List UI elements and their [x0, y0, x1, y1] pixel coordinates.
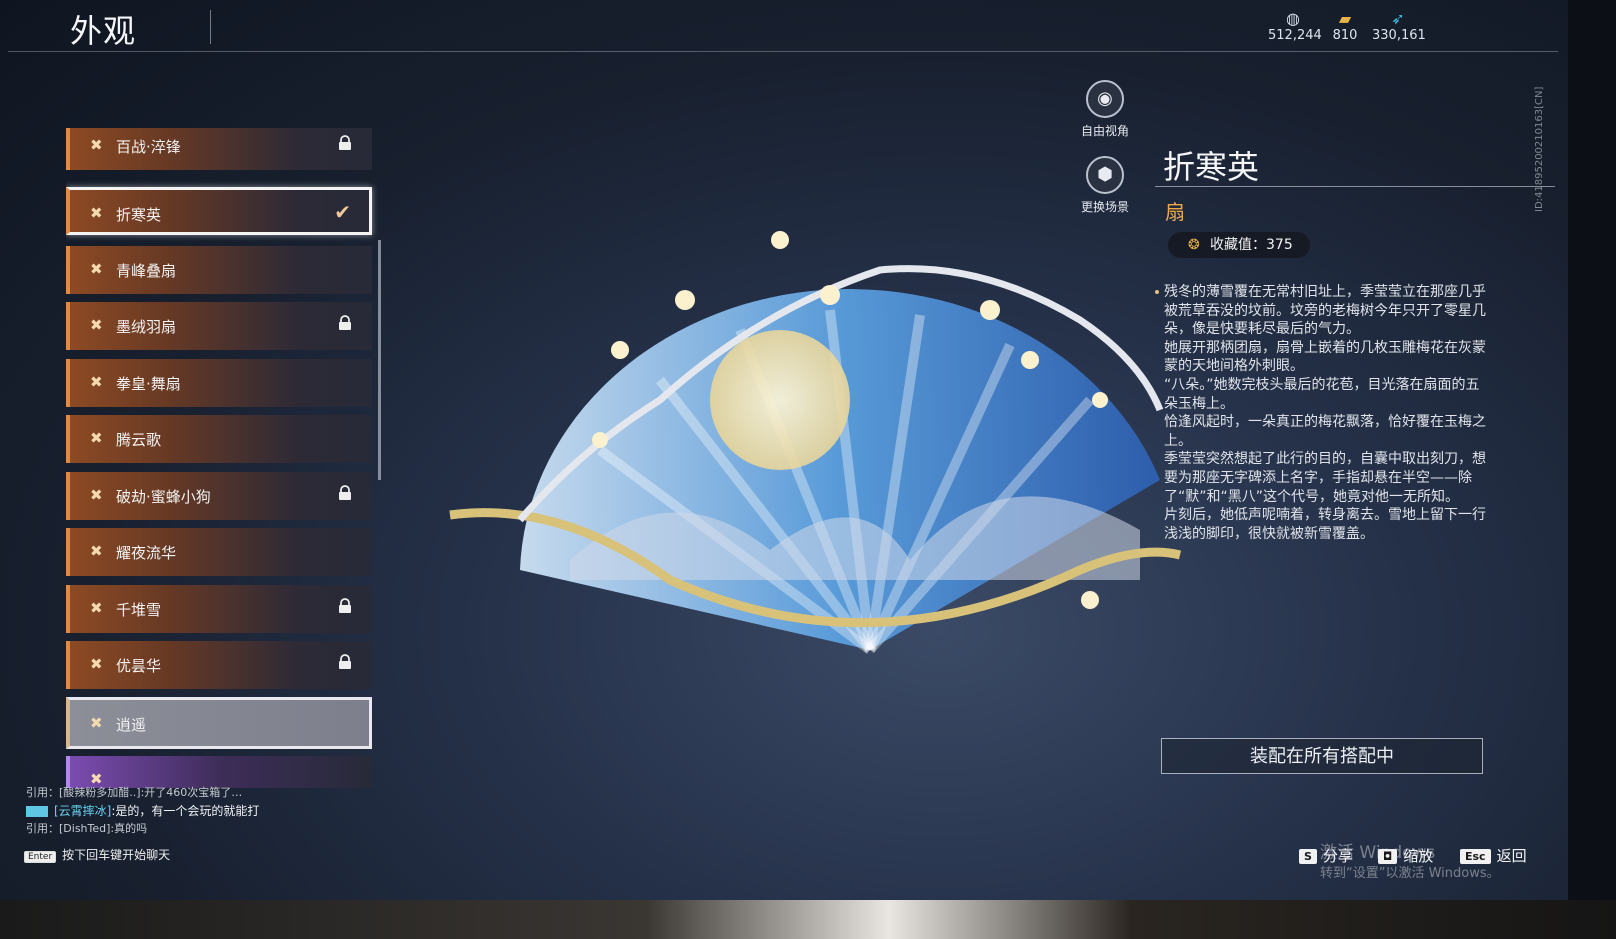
rarity-icon: ✖ [90, 599, 103, 617]
list-scrollbar[interactable] [378, 240, 381, 480]
rarity-icon: ✖ [90, 316, 103, 334]
hotkey-key: Esc [1460, 849, 1491, 864]
free-view-label: 自由视角 [1080, 124, 1129, 138]
scene-background: 外观 ◍ 512,244 ▰ 810 ➶ 330,161 ✖ 百战·淬锋 ✖ 折… [0, 0, 1568, 900]
list-item[interactable]: ✖ 耀夜流华 [66, 528, 372, 576]
cube-icon: ⬢ [1086, 156, 1124, 194]
rarity-icon: ✖ [90, 260, 103, 278]
rarity-icon: ✖ [90, 429, 103, 447]
description-paragraph: 季莹莹突然想起了此行的目的，自囊中取出刻刀，想要为那座无字碑添上名字，手指却悬在… [1164, 451, 1486, 505]
list-item[interactable]: ✖ 优昙华 [66, 641, 372, 689]
top-divider [8, 51, 1558, 52]
list-item[interactable]: ✖ 腾云歌 [66, 415, 372, 463]
check-icon: ✔ [334, 200, 351, 224]
lock-icon [339, 135, 351, 150]
currency-value: 512,244 [1268, 28, 1322, 43]
item-label: 墨绒羽扇 [116, 318, 177, 336]
item-label: 耀夜流华 [116, 544, 177, 562]
item-label: 青峰叠扇 [116, 262, 177, 280]
list-item-hover[interactable]: ✖ 逍遥 [66, 697, 372, 749]
change-scene-button[interactable]: ⬢ 更换场景 [1070, 156, 1140, 215]
hotkey-label: 返回 [1496, 847, 1527, 865]
item-label: 拳皇·舞扇 [116, 375, 181, 393]
collect-icon: ❂ [1188, 237, 1200, 253]
page-title: 外观 [70, 12, 137, 50]
lock-icon [339, 598, 351, 613]
back-hotkey[interactable]: Esc 返回 [1460, 845, 1527, 866]
description-paragraph: 片刻后，她低声呢喃着，转身离去。雪地上留下一行浅浅的脚印，很快就被新雪覆盖。 [1164, 507, 1486, 542]
hotkey-label: 缩放 [1403, 847, 1434, 865]
chat-box[interactable]: 引用：[酸辣粉多加醋..]:开了460次宝箱了… [云霄摔冰]:是的，有一个会玩… [26, 784, 446, 838]
background-strip [0, 900, 1616, 939]
item-label: 破劫·蜜蜂小狗 [116, 488, 211, 506]
item-label: 优昙华 [116, 657, 162, 675]
item-name: 折寒英 [1163, 148, 1260, 186]
rarity-icon: ✖ [90, 373, 103, 391]
currency-coins: ◍ 512,244 [1268, 9, 1322, 44]
list-item[interactable]: ✖ 青峰叠扇 [66, 246, 372, 294]
chat-line: [云霄摔冰]:是的，有一个会玩的就能打 [26, 802, 446, 820]
window-edge [1568, 0, 1616, 900]
description-paragraph: 恰逢风起时，一朵真正的梅花飘落，恰好覆在玉梅之上。 [1164, 414, 1486, 449]
collect-value: 收藏值：375 [1210, 237, 1293, 253]
description-paragraph: 她展开那柄团扇，扇骨上嵌着的几枚玉雕梅花在灰蒙蒙的天地间格外刺眼。 [1164, 339, 1486, 375]
list-item[interactable]: ✖ 百战·淬锋 [66, 128, 372, 170]
chat-hint-text: 按下回车键开始聊天 [62, 848, 171, 862]
description-paragraph: 残冬的薄雪覆在无常村旧址上，季莹莹立在那座几乎被荒草吞没的坟前。坟旁的老梅树今年… [1155, 283, 1490, 339]
mouse-icon: ◘ [1378, 849, 1398, 864]
channel-tag-icon [26, 806, 48, 817]
list-item[interactable]: ✖ 破劫·蜜蜂小狗 [66, 472, 372, 520]
item-label: 腾云歌 [116, 431, 162, 449]
currency-feathers: ➶ 330,161 [1372, 9, 1426, 44]
item-type: 扇 [1165, 200, 1185, 224]
lock-icon [339, 315, 351, 330]
fan-artwork [449, 231, 1182, 655]
list-item[interactable]: ✖ 千堆雪 [66, 585, 372, 633]
rarity-icon: ✖ [90, 714, 103, 732]
collect-value-badge: ❂ 收藏值：375 [1168, 232, 1310, 258]
ticket-icon: ▰ [1338, 9, 1352, 28]
currency-tickets: ▰ 810 [1330, 9, 1360, 44]
chat-hint[interactable]: Enter 按下回车键开始聊天 [24, 846, 170, 863]
change-scene-label: 更换场景 [1080, 200, 1129, 214]
list-item[interactable]: ✖ 墨绒羽扇 [66, 302, 372, 350]
chat-line: 引用：[DishTed]:真的吗 [26, 822, 148, 835]
zoom-hotkey[interactable]: ◘ 缩放 [1378, 845, 1433, 866]
top-bar: 外观 ◍ 512,244 ▰ 810 ➶ 330,161 [0, 0, 1568, 52]
currency-value: 330,161 [1372, 28, 1426, 43]
chat-line: 引用：[酸辣粉多加醋..]:开了460次宝箱了… [26, 786, 243, 799]
item-label: 百战·淬锋 [116, 138, 181, 156]
feather-icon: ➶ [1391, 9, 1405, 28]
enter-key-icon: Enter [24, 851, 57, 863]
rarity-icon: ✖ [90, 486, 103, 504]
lock-icon [339, 654, 351, 669]
name-underline [1155, 186, 1555, 187]
title-divider [210, 10, 211, 44]
build-id: ID:4189520021016​3[CN] [1534, 86, 1545, 212]
share-hotkey[interactable]: S 分享 [1299, 845, 1353, 866]
item-label: 逍遥 [116, 716, 147, 734]
item-label: 折寒英 [116, 206, 162, 224]
camera-icon: ◉ [1086, 80, 1124, 118]
chat-message: :是的，有一个会玩的就能打 [111, 804, 260, 818]
free-view-button[interactable]: ◉ 自由视角 [1070, 80, 1140, 139]
hotkey-key: S [1299, 849, 1317, 864]
item-label: 千堆雪 [116, 601, 162, 619]
equip-all-button[interactable]: 装配在所有搭配中 [1161, 738, 1483, 774]
list-item-selected[interactable]: ✖ 折寒英 ✔ [66, 187, 372, 235]
hotkey-label: 分享 [1322, 847, 1353, 865]
coin-icon: ◍ [1286, 9, 1300, 28]
item-description: 残冬的薄雪覆在无常村旧址上，季莹莹立在那座几乎被荒草吞没的坟前。坟旁的老梅树今年… [1155, 283, 1490, 543]
description-paragraph: “八朵。”她数完枝头最后的花苞，目光落在扇面的五朵玉梅上。 [1164, 376, 1480, 412]
rarity-icon: ✖ [90, 204, 103, 222]
rarity-icon: ✖ [90, 542, 103, 560]
currency-value: 810 [1332, 28, 1358, 43]
lock-icon [339, 485, 351, 500]
rarity-icon: ✖ [90, 136, 103, 154]
rarity-icon: ✖ [90, 655, 103, 673]
chat-sender[interactable]: [云霄摔冰] [54, 804, 111, 818]
list-item[interactable]: ✖ 拳皇·舞扇 [66, 359, 372, 407]
appearance-list[interactable]: ✖ 百战·淬锋 ✖ 折寒英 ✔ ✖ 青峰叠扇 ✖ 墨绒羽扇 ✖ 拳皇·舞扇 ✖ … [66, 128, 384, 788]
